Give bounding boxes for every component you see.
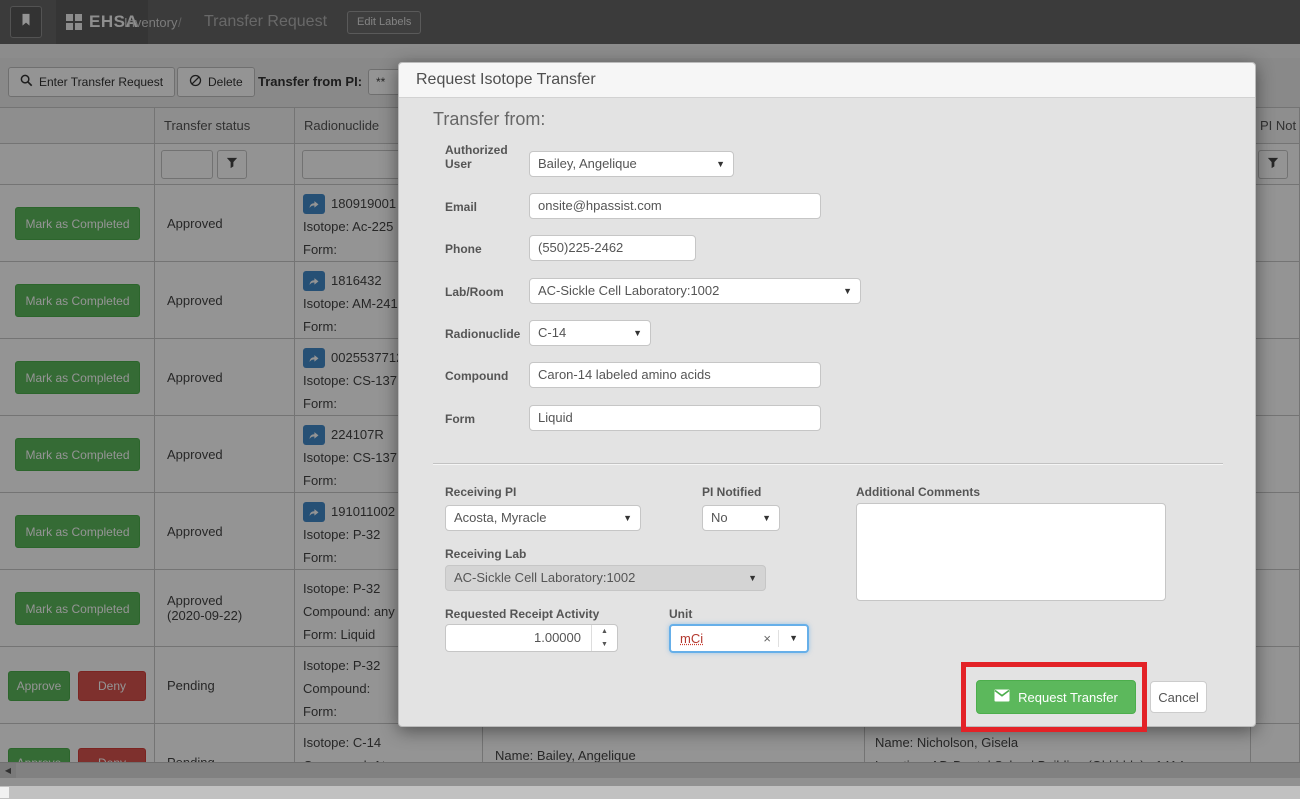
requested-receipt-activity-label: Requested Receipt Activity — [445, 607, 599, 621]
request-isotope-transfer-modal: Request Isotope Transfer Transfer from: … — [398, 62, 1256, 727]
receiving-lab-select[interactable]: AC-Sickle Cell Laboratory:1002 ▼ — [445, 565, 766, 591]
chevron-down-icon: ▼ — [762, 506, 771, 531]
clear-icon[interactable]: × — [763, 626, 771, 651]
chevron-down-icon[interactable]: ▼ — [789, 626, 798, 651]
lab-room-value: AC-Sickle Cell Laboratory:1002 — [538, 283, 719, 298]
unit-value[interactable]: mCi — [680, 626, 703, 651]
requested-receipt-activity-value[interactable]: 1.00000 — [446, 625, 581, 651]
unit-label: Unit — [669, 607, 692, 621]
combo-separator — [778, 630, 779, 647]
scrollbar-thumb[interactable] — [0, 787, 9, 798]
compound-label: Compound — [445, 369, 508, 383]
form-field[interactable]: Liquid — [529, 405, 821, 431]
receiving-lab-value: AC-Sickle Cell Laboratory:1002 — [454, 570, 635, 585]
additional-comments-label: Additional Comments — [856, 485, 980, 499]
email-label: Email — [445, 200, 477, 214]
pi-notified-select[interactable]: No ▼ — [702, 505, 780, 531]
compound-field[interactable]: Caron-14 labeled amino acids — [529, 362, 821, 388]
spinner-up-icon[interactable]: ▲ — [592, 625, 617, 638]
chevron-down-icon: ▼ — [716, 152, 725, 177]
transfer-from-section-title: Transfer from: — [433, 109, 545, 130]
receiving-pi-label: Receiving PI — [445, 485, 516, 499]
form-label: Form — [445, 412, 475, 426]
annotation-highlight-box — [961, 662, 1147, 732]
radionuclide-value: C-14 — [538, 325, 566, 340]
requested-receipt-activity-stepper[interactable]: 1.00000 ▲ ▼ — [445, 624, 618, 652]
additional-comments-textarea[interactable] — [856, 503, 1166, 601]
lab-room-select[interactable]: AC-Sickle Cell Laboratory:1002 ▼ — [529, 278, 861, 304]
phone-label: Phone — [445, 242, 482, 256]
modal-header: Request Isotope Transfer — [399, 63, 1255, 98]
page-horizontal-scrollbar[interactable] — [0, 786, 1300, 799]
receiving-pi-value: Acosta, Myracle — [454, 510, 546, 525]
modal-title: Request Isotope Transfer — [399, 63, 1255, 97]
chevron-down-icon: ▼ — [748, 566, 757, 591]
radionuclide-label: Radionuclide — [445, 327, 520, 341]
section-divider — [433, 463, 1223, 465]
chevron-down-icon: ▼ — [843, 279, 852, 304]
chevron-down-icon: ▼ — [623, 506, 632, 531]
email-field[interactable]: onsite@hpassist.com — [529, 193, 821, 219]
receiving-lab-label: Receiving Lab — [445, 547, 526, 561]
authorized-user-label: Authorized User — [445, 143, 517, 171]
authorized-user-value: Bailey, Angelique — [538, 156, 637, 171]
spinner-down-icon[interactable]: ▼ — [592, 638, 617, 651]
receiving-pi-select[interactable]: Acosta, Myracle ▼ — [445, 505, 641, 531]
authorized-user-select[interactable]: Bailey, Angelique ▼ — [529, 151, 734, 177]
radionuclide-select[interactable]: C-14 ▼ — [529, 320, 651, 346]
chevron-down-icon: ▼ — [633, 321, 642, 346]
phone-field[interactable]: (550)225-2462 — [529, 235, 696, 261]
unit-combobox[interactable]: mCi × ▼ — [669, 624, 809, 653]
pi-notified-value: No — [711, 510, 728, 525]
pi-notified-label: PI Notified — [702, 485, 761, 499]
lab-room-label: Lab/Room — [445, 285, 504, 299]
app-window: EHSA Inventory / Transfer Request Edit L… — [0, 0, 1300, 799]
cancel-button[interactable]: Cancel — [1150, 681, 1207, 713]
